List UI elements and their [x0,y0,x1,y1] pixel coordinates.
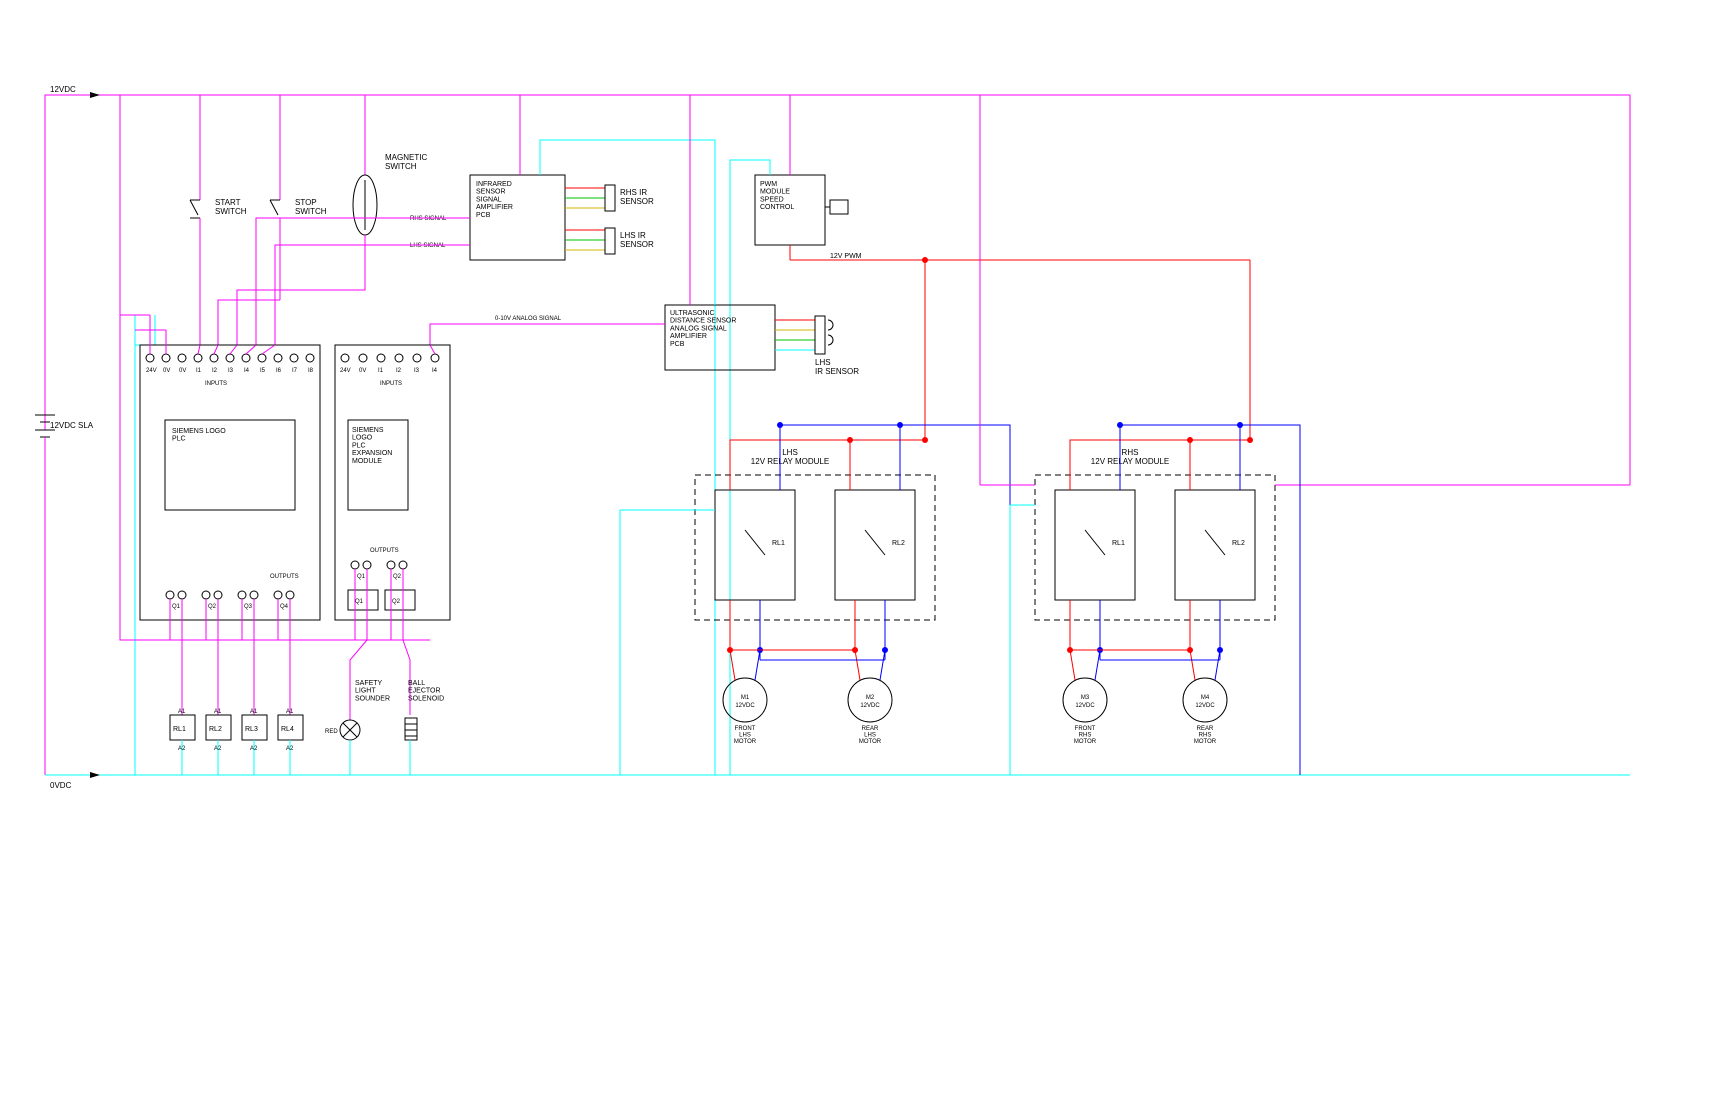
svg-text:I4: I4 [244,368,250,374]
svg-text:ULTRASONICDISTANCE SENSORANALO: ULTRASONICDISTANCE SENSORANALOG SIGNALAM… [670,310,736,348]
svg-text:24V: 24V [340,368,351,374]
lhs-relay-module: LHS12V RELAY MODULE RL1 RL2 [695,448,935,620]
svg-text:0V: 0V [163,368,170,374]
svg-text:Q2: Q2 [392,599,401,605]
svg-text:LHSIR SENSOR: LHSIR SENSOR [815,358,859,376]
svg-text:I8: I8 [308,368,314,374]
svg-text:STARTSWITCH: STARTSWITCH [215,198,247,216]
svg-text:I2: I2 [212,368,218,374]
svg-text:I4: I4 [432,368,438,374]
svg-text:A1: A1 [214,709,222,715]
rhs-ir-sensor: RHS IRSENSOR [565,185,654,211]
svg-text:I3: I3 [228,368,234,374]
svg-text:0-10V ANALOG SIGNAL: 0-10V ANALOG SIGNAL [495,316,562,322]
label-0vdc: 0VDC [50,781,72,790]
svg-text:Q3: Q3 [244,604,253,610]
svg-text:RL1: RL1 [772,540,785,547]
svg-text:LHS SIGNAL: LHS SIGNAL [410,243,446,249]
svg-text:Q4: Q4 [280,604,289,610]
svg-text:FRONTRHSMOTOR: FRONTRHSMOTOR [1074,726,1097,745]
circuit-diagram: 12VDC 12VDC SLA 0VDC STARTSWITCH STOPSWI… [0,0,1723,1115]
svg-text:RL1: RL1 [1112,540,1125,547]
svg-text:RL3: RL3 [245,726,258,733]
svg-text:OUTPUTS: OUTPUTS [370,548,399,554]
svg-text:RHS12V RELAY MODULE: RHS12V RELAY MODULE [1091,448,1169,466]
svg-text:Q2: Q2 [393,574,402,580]
svg-text:STOPSWITCH: STOPSWITCH [295,198,327,216]
pwm-module: PWMMODULESPEEDCONTROL 12V PWM [730,95,1250,775]
svg-text:RL2: RL2 [892,540,905,547]
svg-text:Q1: Q1 [357,574,366,580]
svg-text:12VDC: 12VDC [860,703,880,709]
svg-text:RHS IRSENSOR: RHS IRSENSOR [620,188,654,206]
svg-text:12VDC SLA: 12VDC SLA [50,421,94,430]
svg-text:M2: M2 [866,695,875,701]
svg-text:A1: A1 [286,709,294,715]
svg-text:RL2: RL2 [1232,540,1245,547]
svg-text:REARLHSMOTOR: REARLHSMOTOR [859,726,882,745]
plc-main: SIEMENS LOGOPLC INPUTS OUTPUTS [140,345,320,620]
svg-text:SAFETYLIGHTSOUNDER: SAFETYLIGHTSOUNDER [355,680,390,702]
svg-text:MAGNETICSWITCH: MAGNETICSWITCH [385,153,427,171]
svg-text:I2: I2 [396,368,402,374]
relay-coil-rl1: RL1 A1 A2 [170,709,195,775]
svg-text:Q1: Q1 [355,599,364,605]
svg-text:I1: I1 [378,368,384,374]
svg-text:RL2: RL2 [209,726,222,733]
motor-m2: M2 12VDC REARLHSMOTOR [848,600,892,745]
svg-text:LHS IRSENSOR: LHS IRSENSOR [620,231,654,249]
svg-text:12VDC: 12VDC [735,703,755,709]
svg-text:INFRAREDSENSORSIGNALAMPLIFIERP: INFRAREDSENSORSIGNALAMPLIFIERPCB [476,181,513,219]
svg-text:M3: M3 [1081,695,1090,701]
svg-text:24V: 24V [146,368,157,374]
svg-text:BALLEJECTORSOLENOID: BALLEJECTORSOLENOID [408,680,444,702]
svg-text:OUTPUTS: OUTPUTS [270,574,299,580]
relay-coil-rl3: RL3 A1 A2 [242,709,267,775]
svg-text:Q1: Q1 [172,604,181,610]
svg-text:RHS SIGNAL: RHS SIGNAL [410,216,447,222]
svg-text:I1: I1 [196,368,202,374]
rhs-relay-module: RHS12V RELAY MODULE RL1 RL2 [1035,448,1275,620]
svg-text:A1: A1 [250,709,258,715]
svg-text:INPUTS: INPUTS [205,381,227,387]
svg-text:M4: M4 [1201,695,1210,701]
svg-text:12VDC: 12VDC [1075,703,1095,709]
svg-text:SIEMENSLOGOPLCEXPANSIONMODULE: SIEMENSLOGOPLCEXPANSIONMODULE [352,427,392,465]
svg-text:I5: I5 [260,368,266,374]
svg-text:REARRHSMOTOR: REARRHSMOTOR [1194,726,1217,745]
svg-text:0V: 0V [359,368,366,374]
label-12vdc: 12VDC [50,85,76,94]
svg-text:RL1: RL1 [173,726,186,733]
ball-ejector-solenoid: BALLEJECTORSOLENOID [405,680,444,775]
svg-text:M1: M1 [741,695,750,701]
lhs-ir-sensor: LHS IRSENSOR [565,228,654,254]
svg-text:FRONTLHSMOTOR: FRONTLHSMOTOR [734,726,757,745]
svg-text:SIEMENS LOGOPLC: SIEMENS LOGOPLC [172,428,226,443]
magnetic-switch: MAGNETICSWITCH [237,95,427,345]
svg-text:I7: I7 [292,368,298,374]
svg-text:INPUTS: INPUTS [380,381,402,387]
svg-text:RED: RED [325,729,338,735]
relay-coil-rl2: RL2 A1 A2 [206,709,231,775]
svg-text:RL4: RL4 [281,726,294,733]
svg-text:12V PWM: 12V PWM [830,253,862,260]
svg-text:12VDC: 12VDC [1195,703,1215,709]
svg-text:PWMMODULESPEEDCONTROL: PWMMODULESPEEDCONTROL [760,181,794,211]
motor-m4: M4 12VDC REARRHSMOTOR [1183,600,1227,745]
svg-text:LHS12V RELAY MODULE: LHS12V RELAY MODULE [751,448,829,466]
svg-text:I6: I6 [276,368,282,374]
safety-light-sounder: SAFETYLIGHTSOUNDER RED [325,680,390,775]
svg-text:0V: 0V [179,368,186,374]
svg-text:A1: A1 [178,709,186,715]
svg-text:Q2: Q2 [208,604,217,610]
svg-text:I3: I3 [414,368,420,374]
motor-m3: M3 12VDC FRONTRHSMOTOR [1063,600,1107,745]
relay-coil-rl4: RL4 A1 A2 [278,709,303,775]
stop-switch: STOPSWITCH [218,95,327,345]
